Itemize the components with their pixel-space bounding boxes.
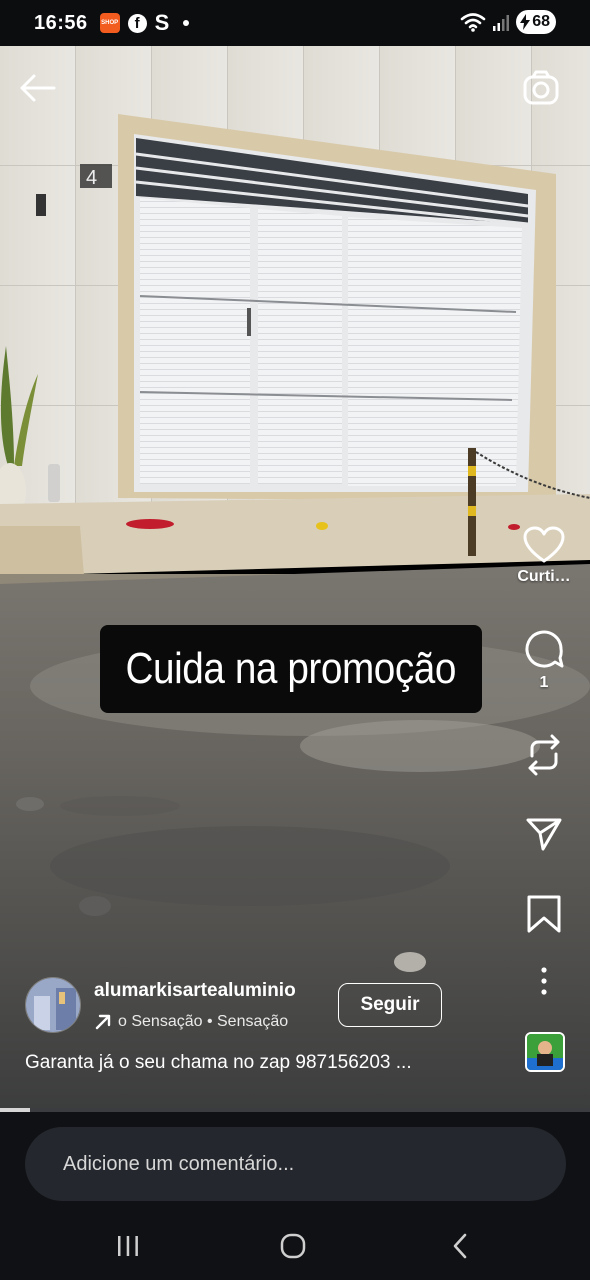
bookmark-icon[interactable]	[526, 894, 562, 934]
audio-thumbnail-image	[527, 1034, 563, 1070]
status-time: 16:56	[34, 11, 88, 34]
battery-level: 68	[532, 13, 550, 30]
status-system-icons: 68	[460, 10, 556, 34]
audio-track[interactable]: o Sensação • Sensação	[94, 1011, 312, 1033]
home-icon	[280, 1233, 306, 1259]
recent-apps-icon	[118, 1236, 138, 1256]
back-icon	[453, 1233, 467, 1259]
like-action[interactable]: Curti…	[512, 526, 576, 586]
notification-dot-icon	[183, 20, 190, 26]
avatar-image	[26, 978, 80, 1032]
nav-back-button[interactable]	[430, 1224, 490, 1268]
recent-apps-button[interactable]	[98, 1224, 158, 1268]
system-nav-bar	[0, 1212, 590, 1280]
arrow-up-right-icon	[95, 1014, 111, 1030]
like-label: Curti…	[517, 568, 571, 585]
reel-video[interactable]: 4 Cuida na promoção	[0, 46, 590, 1110]
bookmark-action[interactable]	[512, 894, 576, 934]
status-notification-icons: SHOP f S	[99, 10, 190, 35]
post-description[interactable]: Garanta já o seu chama no zap 987156203 …	[25, 1052, 412, 1074]
camera-icon[interactable]	[522, 70, 560, 106]
author-username[interactable]: alumarkisartealuminio	[94, 980, 296, 1002]
shopee-icon: SHOP	[99, 13, 120, 33]
signal-icon	[493, 15, 510, 31]
home-button[interactable]	[263, 1224, 323, 1268]
battery-indicator: 68	[516, 10, 556, 34]
follow-button[interactable]: Seguir	[338, 983, 442, 1027]
s-app-icon: S	[154, 10, 170, 35]
facebook-icon: f	[127, 13, 147, 33]
share-icon[interactable]	[525, 816, 563, 852]
repost-icon[interactable]	[524, 734, 564, 776]
wifi-icon	[460, 13, 486, 32]
author-avatar[interactable]	[25, 977, 81, 1033]
caption-sticker-text: Cuida na promoção	[125, 644, 457, 693]
battery-charging-icon	[520, 14, 531, 30]
status-bar: 16:56 SHOP f S 68	[0, 0, 590, 46]
house-number: 4	[86, 167, 97, 189]
repost-action[interactable]	[512, 734, 576, 776]
comment-icon[interactable]	[523, 628, 565, 670]
caption-sticker: Cuida na promoção	[100, 625, 482, 713]
heart-icon[interactable]	[523, 526, 565, 564]
comment-input[interactable]	[25, 1127, 566, 1201]
audio-track-text: o Sensação • Sensação	[118, 1013, 289, 1030]
share-action[interactable]	[512, 816, 576, 852]
comments-count: 1	[539, 674, 549, 691]
more-action[interactable]	[512, 966, 576, 996]
back-arrow-icon[interactable]	[18, 72, 58, 104]
video-frame-illustration: 4	[0, 46, 590, 1110]
audio-thumbnail[interactable]	[525, 1032, 565, 1072]
comment-action[interactable]: 1	[512, 628, 576, 692]
bottom-area	[0, 1112, 590, 1280]
more-icon[interactable]	[539, 966, 549, 996]
